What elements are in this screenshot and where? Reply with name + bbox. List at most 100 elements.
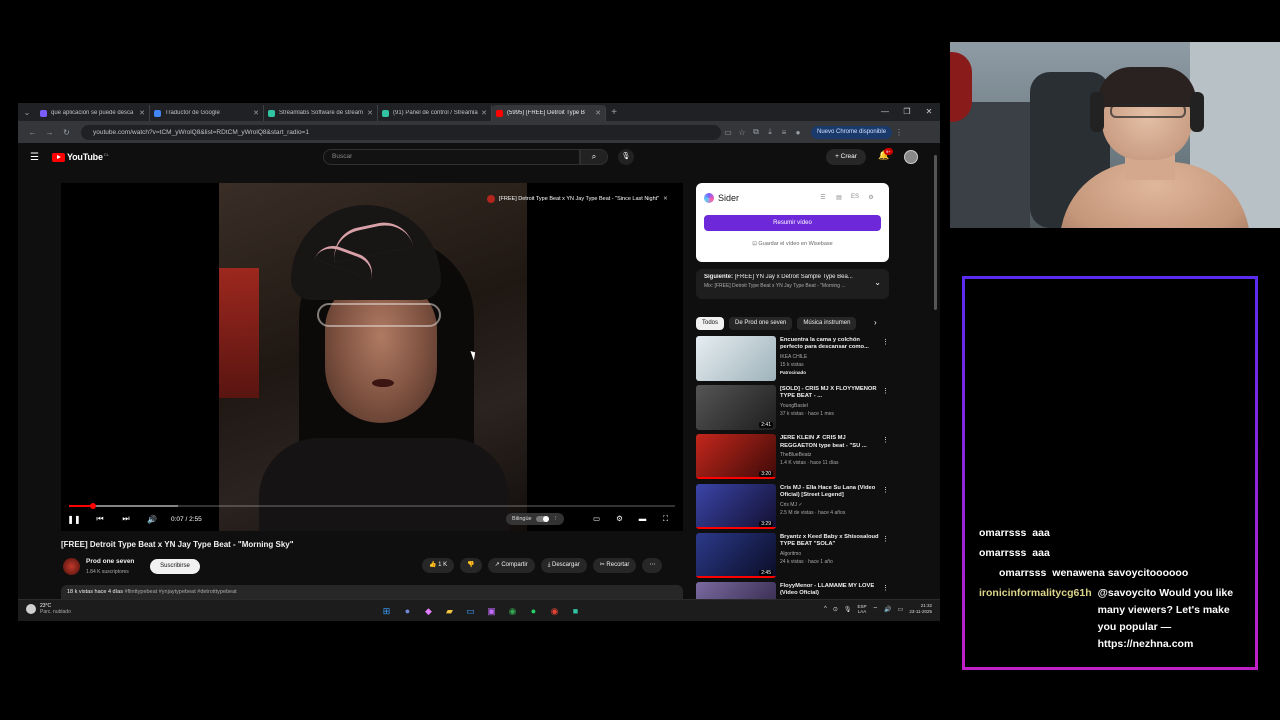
search-icon[interactable]: ⌕ bbox=[580, 149, 608, 165]
scrollbar-thumb[interactable] bbox=[934, 155, 937, 310]
download-button[interactable]: ⤓ Descargar bbox=[540, 558, 587, 573]
close-icon[interactable]: ✕ bbox=[253, 109, 259, 117]
video-player[interactable]: [FREE] Detroit Type Beat x YN Jay Type B… bbox=[61, 183, 683, 531]
more-icon[interactable]: ⋮ bbox=[553, 513, 559, 525]
recommendation-item[interactable]: 2:41 [SOLD] - CRIS MJ X FLOYYMENOR TYPE … bbox=[696, 385, 896, 434]
dislike-button[interactable]: 👎 bbox=[460, 558, 482, 573]
tab-0[interactable]: que aplicacion se puede desca ✕ bbox=[36, 105, 150, 121]
reload-icon[interactable]: ↻ bbox=[58, 128, 75, 137]
chevron-down-icon[interactable]: ⌄ bbox=[874, 278, 881, 287]
chrome-icon[interactable]: ◉ bbox=[502, 604, 523, 618]
toggle-switch[interactable] bbox=[535, 516, 549, 522]
subtitles-icon[interactable]: ▭ bbox=[585, 511, 608, 527]
app-tray-icon[interactable]: ⊙ bbox=[833, 606, 838, 613]
clock[interactable]: 21:32 23-11-2025 bbox=[909, 603, 932, 615]
media-icon[interactable]: ≡ bbox=[777, 128, 791, 137]
like-button[interactable]: 👍 1 K bbox=[422, 558, 455, 573]
forward-icon[interactable]: → bbox=[41, 128, 58, 137]
more-options-icon[interactable]: ⋮ bbox=[882, 486, 889, 494]
channel-name[interactable]: Prod one seven bbox=[86, 558, 134, 565]
save-to-wisebase-link[interactable]: ⊡ Guardar el vídeo en Wisebase bbox=[704, 241, 881, 247]
tab-3[interactable]: (91) Panel de control / Streamla ✕ bbox=[378, 105, 492, 121]
next-icon[interactable]: ⏭ bbox=[113, 514, 139, 524]
recommendation-item[interactable]: 3:20 JERE KLEIN ✗ CRIS MJ REGGAETON type… bbox=[696, 434, 896, 483]
hashtags[interactable]: #flinttypebeat #ynjaytypebeat #detroitty… bbox=[124, 589, 236, 595]
store-icon[interactable]: ▣ bbox=[481, 604, 502, 618]
settings-gear-icon[interactable]: ⚙ bbox=[863, 194, 879, 201]
mail-icon[interactable]: ▭ bbox=[460, 604, 481, 618]
wifi-icon[interactable]: ⌔ bbox=[873, 605, 879, 613]
profile-icon[interactable]: ● bbox=[791, 128, 805, 137]
windows-start-icon[interactable]: ⊞ bbox=[376, 604, 397, 618]
close-icon[interactable]: ✕ bbox=[367, 109, 373, 117]
kebab-menu-icon[interactable]: ⋮ bbox=[892, 128, 906, 137]
previous-icon[interactable]: ⏮ bbox=[87, 514, 113, 524]
up-next-panel[interactable]: Siguiente: [FREE] YN Jay x Detroit Sampl… bbox=[696, 269, 889, 299]
youtube-logo[interactable]: YouTube CL bbox=[52, 152, 109, 162]
list-icon[interactable]: ☰ bbox=[815, 194, 831, 201]
more-options-icon[interactable]: ⋮ bbox=[882, 387, 889, 395]
chip-channel[interactable]: De Prod one seven bbox=[729, 317, 793, 330]
recommendation-item[interactable]: 3:29 Cris MJ - Ella Hace Su Lana (Video … bbox=[696, 483, 896, 533]
file-explorer-icon[interactable]: ▰ bbox=[439, 604, 460, 618]
language-icon[interactable]: ES bbox=[847, 194, 863, 201]
page-scrollbar[interactable] bbox=[933, 147, 938, 617]
video-thumbnail[interactable]: 2:45 bbox=[696, 532, 776, 578]
fullscreen-icon[interactable]: ⛶ bbox=[654, 511, 677, 527]
pause-icon[interactable]: ❚❚ bbox=[61, 515, 87, 524]
weather-widget[interactable]: 23°C Parc. nublado bbox=[26, 603, 71, 615]
bookmark-star-icon[interactable]: ☆ bbox=[735, 128, 749, 137]
scrubber-handle[interactable] bbox=[90, 503, 97, 509]
more-options-icon[interactable]: ⋮ bbox=[882, 338, 889, 346]
microphone-icon[interactable]: 🎙 bbox=[844, 606, 852, 613]
volume-icon[interactable]: 🔊 bbox=[884, 606, 891, 613]
theater-mode-icon[interactable]: ▬ bbox=[631, 511, 654, 527]
close-icon[interactable]: ✕ bbox=[481, 109, 487, 117]
summarize-video-button[interactable]: Resumir vídeo bbox=[704, 215, 881, 231]
settings-gear-icon[interactable]: ⚙ bbox=[608, 511, 631, 527]
chrome-icon[interactable]: ◉ bbox=[544, 604, 565, 618]
copilot-icon[interactable]: ◆ bbox=[418, 604, 439, 618]
chip-all[interactable]: Todos bbox=[696, 317, 725, 330]
panel-icon[interactable]: ▤ bbox=[831, 194, 847, 201]
tab-4-active[interactable]: (5995) [FREE] Detroit Type B ✕ bbox=[492, 105, 606, 121]
more-actions-button[interactable]: ⋯ bbox=[642, 558, 663, 573]
chevron-right-icon[interactable]: › bbox=[874, 318, 877, 327]
microphone-icon[interactable]: 🎙 bbox=[618, 149, 634, 165]
video-thumbnail[interactable]: 3:20 bbox=[696, 434, 776, 480]
video-thumbnail[interactable]: 2:41 bbox=[696, 385, 776, 431]
tab-1[interactable]: Traductor de Google ✕ bbox=[150, 105, 264, 121]
recommendation-item[interactable]: 2:45 Bryantz x Keed Baby x Shisosaloud T… bbox=[696, 532, 896, 582]
close-icon[interactable]: ✕ bbox=[663, 196, 668, 202]
recommendation-item[interactable]: Encuentra la cama y colchón perfecto par… bbox=[696, 336, 896, 385]
extensions-icon[interactable]: ⧉ bbox=[749, 127, 763, 137]
chevron-up-icon[interactable]: ^ bbox=[824, 606, 827, 612]
create-button[interactable]: + Crear bbox=[826, 149, 866, 165]
more-options-icon[interactable]: ⋮ bbox=[882, 436, 889, 444]
back-icon[interactable]: ← bbox=[24, 128, 41, 137]
close-window-icon[interactable]: ✕ bbox=[918, 103, 940, 121]
url-field[interactable]: youtube.com/watch?v=tCM_yWrolQ8&list=RDt… bbox=[81, 124, 721, 140]
language-indicator[interactable]: ESP LAA bbox=[858, 604, 867, 614]
chrome-update-button[interactable]: Nuevo Chrome disponible bbox=[811, 125, 893, 139]
tab-2[interactable]: Streamlabs Software de stream ✕ bbox=[264, 105, 378, 121]
install-icon[interactable]: ▭ bbox=[721, 128, 735, 137]
whatsapp-icon[interactable]: ● bbox=[523, 604, 544, 618]
player-overlay-title[interactable]: [FREE] Detroit Type Beat x YN Jay Type B… bbox=[487, 195, 677, 203]
volume-icon[interactable]: 🔊 bbox=[139, 515, 165, 524]
battery-icon[interactable]: ▭ bbox=[898, 606, 904, 613]
tab-search-icon[interactable]: ⌄ bbox=[18, 108, 36, 117]
chip-instrumental[interactable]: Música instrumen bbox=[797, 317, 857, 330]
video-thumbnail[interactable] bbox=[696, 336, 776, 381]
more-options-icon[interactable]: ⋮ bbox=[882, 535, 889, 543]
clip-button[interactable]: ✂ Recortar bbox=[592, 558, 637, 573]
new-tab-button[interactable]: + bbox=[606, 107, 622, 118]
maximize-icon[interactable]: ❐ bbox=[896, 103, 918, 121]
close-icon[interactable]: ✕ bbox=[139, 109, 145, 117]
search-input[interactable]: Buscar bbox=[323, 149, 580, 165]
account-avatar[interactable] bbox=[904, 150, 918, 164]
hamburger-menu-icon[interactable]: ☰ bbox=[30, 152, 46, 163]
video-thumbnail[interactable]: 3:29 bbox=[696, 483, 776, 529]
streamlabs-icon[interactable]: ■ bbox=[565, 604, 586, 618]
progress-bar[interactable] bbox=[69, 503, 675, 509]
